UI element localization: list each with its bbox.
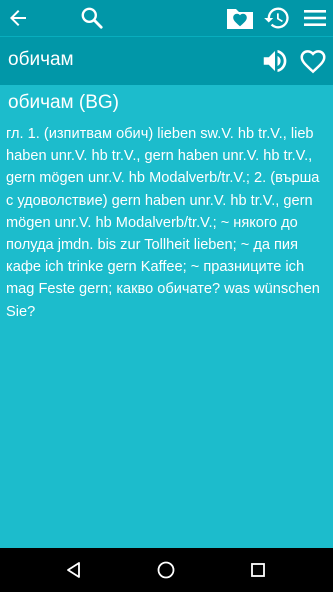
search-icon	[81, 7, 103, 29]
nav-recents-button[interactable]	[234, 548, 282, 592]
nav-recents-icon	[251, 563, 265, 577]
menu-button[interactable]	[297, 0, 333, 36]
top-toolbar	[0, 0, 333, 36]
system-nav-bar	[0, 548, 333, 592]
speaker-icon	[263, 50, 287, 72]
entry-definition: гл. 1. (изпитвам обич) lieben sw.V. hb t…	[6, 126, 320, 320]
history-icon	[264, 7, 289, 29]
nav-home-icon	[157, 561, 175, 579]
back-button[interactable]	[0, 0, 36, 36]
history-button[interactable]	[259, 0, 295, 36]
nav-back-button[interactable]	[50, 548, 98, 592]
nav-home-button[interactable]	[142, 548, 190, 592]
nav-back-icon	[67, 562, 80, 578]
heart-outline-icon	[300, 50, 326, 74]
favorite-folder-icon	[227, 9, 253, 29]
add-favorite-button[interactable]	[295, 43, 331, 79]
favorites-folder-button[interactable]	[222, 0, 258, 36]
menu-icon	[304, 10, 326, 26]
entry-content: обичам (BG) гл. 1. (изпитвам обич) liebe…	[0, 85, 333, 548]
word-title: обичам	[8, 49, 74, 70]
entry-heading: обичам (BG)	[8, 92, 119, 113]
arrow-left-icon	[10, 10, 26, 26]
word-header-bar: обичам	[0, 36, 333, 85]
pronounce-button[interactable]	[257, 43, 293, 79]
search-button[interactable]	[74, 0, 110, 36]
